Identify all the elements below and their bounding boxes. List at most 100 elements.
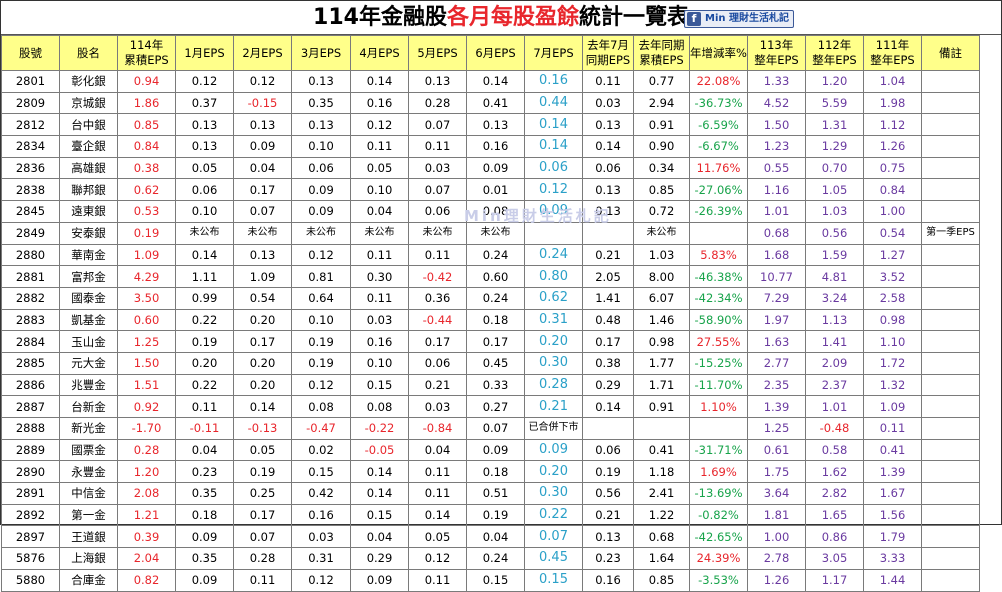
title-part-1: 114年金融股 <box>313 5 447 30</box>
cell-m3: 0.02 <box>291 438 351 462</box>
cell-y112: 1.05 <box>805 178 864 202</box>
cell-yoy: -42.34% <box>689 286 748 310</box>
cell-note <box>921 178 980 202</box>
cell-code: 2889 <box>1 438 60 462</box>
cell-name: 王道銀 <box>59 525 118 549</box>
cell-cum: -1.70 <box>117 417 176 440</box>
cell-m5: -0.42 <box>408 265 467 288</box>
cell-m4: 0.15 <box>350 373 409 397</box>
cell-note <box>921 503 980 527</box>
cell-ly-jul: 0.06 <box>582 438 634 462</box>
table-row: 2886 兆豐金 1.51 0.22 0.20 0.12 0.15 0.21 0.33 0.28 0… <box>1 373 980 397</box>
header-ly-jul-line1: 去年7月 <box>587 38 629 52</box>
cell-ly-cum: 8.00 <box>633 265 690 288</box>
blog-badge-text: Min 理財生活札記 <box>705 13 789 24</box>
cell-m4: 0.04 <box>350 200 409 223</box>
table-row: 2897 王道銀 0.39 0.09 0.07 0.03 0.04 0.05 0.04 0.07 0… <box>1 525 980 549</box>
cell-yoy: 1.10% <box>689 395 748 418</box>
cell-m2: 0.14 <box>233 395 292 418</box>
cell-m3: 0.42 <box>291 482 351 505</box>
cell-name: 高雄銀 <box>59 156 118 180</box>
cell-m4: 0.12 <box>350 113 409 137</box>
cell-m7: 0.24 <box>524 243 583 267</box>
cell-code: 2884 <box>1 330 60 353</box>
cell-y111: 0.11 <box>863 417 922 440</box>
cell-y112: 3.05 <box>805 547 864 570</box>
cell-y113: 4.52 <box>747 91 806 115</box>
cell-y112: 1.65 <box>805 503 864 527</box>
cell-ly-jul: 0.14 <box>582 135 634 158</box>
cell-y113: 1.00 <box>747 525 806 549</box>
cell-ly-cum: 0.68 <box>633 525 690 549</box>
cell-y113: 10.77 <box>747 265 806 288</box>
cell-ly-jul: 0.14 <box>582 395 634 418</box>
cell-y113: 1.01 <box>747 200 806 223</box>
cell-name: 凱基金 <box>59 308 118 332</box>
cell-y113: 1.16 <box>747 178 806 202</box>
cell-y113: 2.77 <box>747 351 806 375</box>
cell-m1: 0.12 <box>175 70 234 93</box>
cell-code: 2834 <box>1 135 60 158</box>
cell-m5: 0.11 <box>408 568 467 592</box>
cell-code: 2887 <box>1 395 60 418</box>
cell-ly-jul: 0.21 <box>582 503 634 527</box>
cell-yoy: 22.08% <box>689 70 748 93</box>
header-cum-line1: 114年 <box>129 38 164 52</box>
cell-m3: 0.81 <box>291 265 351 288</box>
cell-m7: 0.16 <box>524 70 583 93</box>
cell-name: 國票金 <box>59 438 118 462</box>
cell-m1: 0.09 <box>175 525 234 549</box>
header-ly-cum-line1: 去年同期 <box>638 38 685 52</box>
cell-code: 2809 <box>1 91 60 115</box>
cell-cum: 0.62 <box>117 178 176 202</box>
cell-m2: 1.09 <box>233 265 292 288</box>
cell-code: 2886 <box>1 373 60 397</box>
header-name: 股名 <box>59 35 118 71</box>
cell-note <box>921 330 980 353</box>
table-row: 2888 新光金 -1.70 -0.11 -0.13 -0.47 -0.22 -0.84 0.0… <box>1 417 980 440</box>
cell-m5: 0.11 <box>408 135 467 158</box>
header-y111-line1: 111年 <box>875 38 910 52</box>
cell-m4: 0.29 <box>350 547 409 570</box>
cell-yoy: -26.39% <box>689 200 748 223</box>
cell-y112: 1.59 <box>805 243 864 267</box>
cell-m1: 1.11 <box>175 265 234 288</box>
cell-y111: 1.26 <box>863 135 922 158</box>
cell-ly-cum: 0.98 <box>633 330 690 353</box>
cell-ly-jul: 0.13 <box>582 200 634 223</box>
cell-yoy: -58.90% <box>689 308 748 332</box>
cell-m3: 0.10 <box>291 135 351 158</box>
cell-m5: -0.84 <box>408 417 467 440</box>
blog-badge[interactable]: f Min 理財生活札記 <box>684 10 794 28</box>
cell-m7: 0.45 <box>524 547 583 570</box>
cell-m2: 0.05 <box>233 438 292 462</box>
title-part-3: 統計一覽表 <box>578 5 689 30</box>
cell-ly-jul: 0.13 <box>582 113 634 137</box>
cell-ly-cum: 1.77 <box>633 351 690 375</box>
cell-yoy: -42.65% <box>689 525 748 549</box>
table-row: 5876 上海銀 2.04 0.35 0.28 0.31 0.29 0.12 0.24 0.45 0… <box>1 547 980 570</box>
cell-y111: 0.98 <box>863 308 922 332</box>
table-row: 2849 安泰銀 0.19 未公布 未公布 未公布 未公布 未公布 未公布 未公布 0.68 0.56… <box>1 221 980 245</box>
cell-m5: 0.12 <box>408 547 467 570</box>
cell-cum: 1.20 <box>117 460 176 484</box>
table-row: 2880 華南金 1.09 0.14 0.13 0.12 0.11 0.11 0.24 0.24 0… <box>1 243 980 267</box>
table-row: 2885 元大金 1.50 0.20 0.20 0.19 0.10 0.06 0.45 0.30 0… <box>1 351 980 375</box>
cell-m3: 0.08 <box>291 395 351 418</box>
cell-m2: 0.28 <box>233 547 292 570</box>
cell-m5: 0.13 <box>408 70 467 93</box>
cell-note <box>921 525 980 549</box>
cell-y112: 1.62 <box>805 460 864 484</box>
cell-y113: 1.68 <box>747 243 806 267</box>
cell-note <box>921 113 980 137</box>
cell-ly-cum: 0.91 <box>633 113 690 137</box>
table-row: 2883 凱基金 0.60 0.22 0.20 0.10 0.03 -0.44 0.18 0.31… <box>1 308 980 332</box>
cell-m4: 0.11 <box>350 135 409 158</box>
cell-ly-cum: 0.85 <box>633 568 690 592</box>
cell-cum: 2.08 <box>117 482 176 505</box>
cell-m3: 0.10 <box>291 308 351 332</box>
cell-y113: 1.75 <box>747 460 806 484</box>
cell-m2: 0.17 <box>233 330 292 353</box>
cell-m5: 0.14 <box>408 503 467 527</box>
cell-m5: 0.21 <box>408 373 467 397</box>
